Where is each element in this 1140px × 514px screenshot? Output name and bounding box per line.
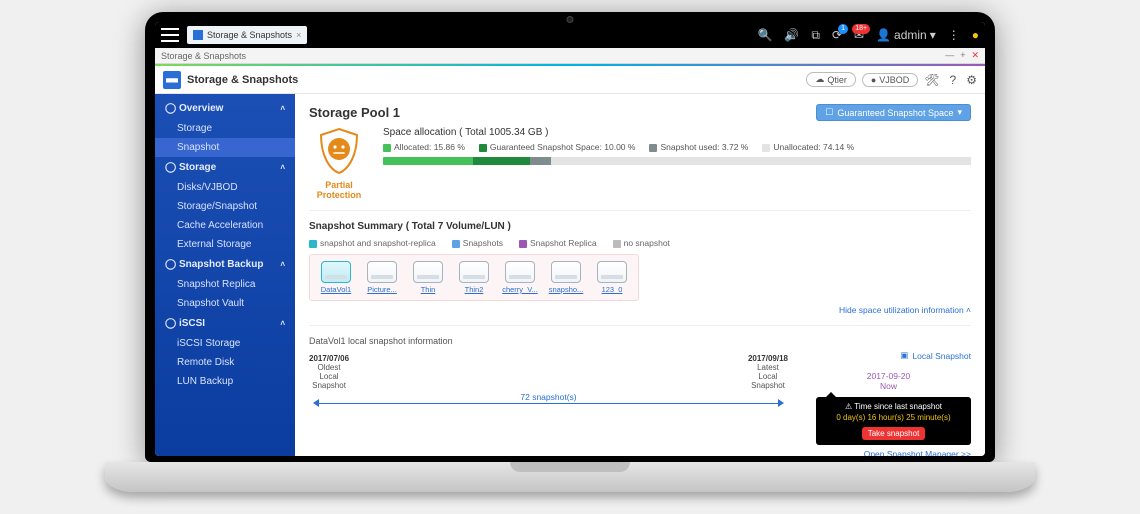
tools-icon[interactable]: 🛠 <box>924 73 939 87</box>
sidebar-item[interactable]: Storage <box>155 119 295 138</box>
sidebar-item[interactable]: Storage/Snapshot <box>155 197 295 216</box>
gear-icon[interactable]: ⚙ <box>966 73 977 87</box>
hide-info-link[interactable]: Hide space utilization information ˄ <box>309 305 971 315</box>
breadcrumb: Storage & Snapshots <box>161 51 246 61</box>
disk-icon <box>551 261 581 283</box>
legend-item: Guaranteed Snapshot Space: 10.00 % <box>479 142 636 152</box>
legend-item: Allocated: 15.86 % <box>383 142 465 152</box>
now-date: 2017-09-20 <box>806 371 971 381</box>
disk-icon <box>459 261 489 283</box>
volume-item[interactable]: DataVol1 <box>316 261 356 294</box>
app-logo-icon <box>163 71 181 89</box>
sidebar: ◯ Overview˄StorageSnapshot◯ Storage˄Disk… <box>155 94 295 456</box>
sidebar-group[interactable]: ◯ Overview˄ <box>155 98 295 119</box>
timeline-right: ▣ Local Snapshot 2017-09-20 Now ⚠ Time s… <box>806 350 971 456</box>
sidebar-item[interactable]: Cache Acceleration <box>155 216 295 235</box>
app-body: ◯ Overview˄StorageSnapshot◯ Storage˄Disk… <box>155 94 985 456</box>
type-legend-item: snapshot and snapshot-replica <box>309 238 436 248</box>
protection-label: Partial Protection <box>309 180 369 200</box>
laptop-frame: Storage & Snapshots × 🔍 🔊 ⧉ ⟳1 ✉18+ 👤 ad… <box>105 12 1035 502</box>
sidebar-item[interactable]: Snapshot Vault <box>155 294 295 313</box>
disk-icon <box>597 261 627 283</box>
volume-row: DataVol1Picture...ThinThin2cherry_V...sn… <box>309 254 639 301</box>
volume-item[interactable]: snapsho... <box>546 261 586 294</box>
disk-icon <box>321 261 351 283</box>
timeline-vol-label: DataVol1 local snapshot information <box>309 336 971 346</box>
topbar-icons: 🔍 🔊 ⧉ ⟳1 ✉18+ 👤 admin ▾ ⋮ ● <box>757 28 979 43</box>
sidebar-item[interactable]: iSCSI Storage <box>155 334 295 353</box>
menu-icon[interactable] <box>161 28 179 42</box>
sidebar-item[interactable]: Snapshot Replica <box>155 275 295 294</box>
volume-item[interactable]: Picture... <box>362 261 402 294</box>
sidebar-item[interactable]: LUN Backup <box>155 372 295 391</box>
notification-icon[interactable]: ✉18+ <box>854 28 864 42</box>
snapshot-timeline: 2017/07/06 Oldest Local Snapshot 2017/09… <box>309 350 788 456</box>
maximize-icon[interactable]: + <box>960 50 965 61</box>
now-label: Now <box>806 381 971 391</box>
minimize-icon[interactable]: — <box>945 50 954 61</box>
snapshot-count: 72 snapshot(s) <box>309 392 788 402</box>
main-panel: Storage Pool 1 ☐ Guaranteed Snapshot Spa… <box>295 94 985 456</box>
help-icon[interactable]: ? <box>950 73 957 87</box>
app-title: Storage & Snapshots <box>187 74 298 86</box>
snapshot-tooltip: ⚠ Time since last snapshot 0 day(s) 16 h… <box>816 397 971 445</box>
page-title: Storage Pool 1 <box>309 105 400 120</box>
sidebar-group[interactable]: ◯ Storage˄ <box>155 157 295 178</box>
more-icon[interactable]: ⋮ <box>948 28 960 42</box>
allocation-title: Space allocation ( Total 1005.34 GB ) <box>383 127 971 138</box>
window-tab[interactable]: Storage & Snapshots × <box>187 26 307 44</box>
refresh-icon[interactable]: ⟳1 <box>832 28 842 42</box>
type-legend: snapshot and snapshot-replica Snapshots Sn… <box>309 238 971 248</box>
volume-item[interactable]: Thin <box>408 261 448 294</box>
qtier-button[interactable]: ☁ Qtier <box>806 72 856 87</box>
vjbod-button[interactable]: ● VJBOD <box>862 73 918 87</box>
volume-item[interactable]: 123_0 <box>592 261 632 294</box>
tab-label: Storage & Snapshots <box>207 30 292 40</box>
allocation-legend: Allocated: 15.86 % Guaranteed Snapshot Sp… <box>383 142 971 152</box>
oldest-snapshot: 2017/07/06 Oldest Local Snapshot <box>309 354 349 390</box>
breadcrumb-bar: Storage & Snapshots — + ✕ <box>155 48 985 64</box>
disk-icon <box>505 261 535 283</box>
type-legend-item: Snapshot Replica <box>519 238 597 248</box>
legend-item: Unallocated: 74.14 % <box>762 142 854 152</box>
user-menu[interactable]: 👤 admin ▾ <box>876 28 936 42</box>
guaranteed-space-button[interactable]: ☐ Guaranteed Snapshot Space ▾ <box>816 104 971 121</box>
take-snapshot-button[interactable]: Take snapshot <box>862 427 926 440</box>
screen-bezel: Storage & Snapshots × 🔍 🔊 ⧉ ⟳1 ✉18+ 👤 ad… <box>145 12 995 462</box>
volume-item[interactable]: Thin2 <box>454 261 494 294</box>
window-controls: — + ✕ <box>945 50 979 61</box>
help-icon[interactable]: ● <box>972 28 979 42</box>
disk-icon <box>367 261 397 283</box>
search-icon[interactable]: 🔍 <box>757 28 772 42</box>
camera-dot <box>567 16 574 23</box>
shield-icon <box>317 127 361 175</box>
type-legend-item: Snapshots <box>452 238 503 248</box>
legend-item: Snapshot used: 3.72 % <box>649 142 748 152</box>
type-legend-item: no snapshot <box>613 238 670 248</box>
protection-badge: Partial Protection <box>309 127 369 200</box>
sidebar-group[interactable]: ◯ iSCSI˄ <box>155 313 295 334</box>
close-icon[interactable]: × <box>296 30 301 40</box>
os-topbar: Storage & Snapshots × 🔍 🔊 ⧉ ⟳1 ✉18+ 👤 ad… <box>155 22 985 48</box>
sidebar-item[interactable]: Remote Disk <box>155 353 295 372</box>
summary-title: Snapshot Summary ( Total 7 Volume/LUN ) <box>309 221 971 232</box>
app-header: Storage & Snapshots ☁ Qtier ● VJBOD 🛠 ? … <box>155 66 985 94</box>
screen: Storage & Snapshots × 🔍 🔊 ⧉ ⟳1 ✉18+ 👤 ad… <box>155 22 985 456</box>
local-snapshot-tag: ▣ Local Snapshot <box>806 350 971 361</box>
volume-item[interactable]: cherry_V... <box>500 261 540 294</box>
laptop-base <box>105 462 1035 492</box>
sidebar-group[interactable]: ◯ Snapshot Backup˄ <box>155 254 295 275</box>
sidebar-item[interactable]: Disks/VJBOD <box>155 178 295 197</box>
sidebar-item[interactable]: External Storage <box>155 235 295 254</box>
latest-snapshot: 2017/09/18 Latest Local Snapshot <box>748 354 788 390</box>
allocation-bar <box>383 157 971 165</box>
open-snapshot-manager-link[interactable]: Open Snapshot Manager >> <box>806 449 971 456</box>
sidebar-item[interactable]: Snapshot <box>155 138 295 157</box>
tab-icon <box>193 30 203 40</box>
close-window-icon[interactable]: ✕ <box>971 50 979 61</box>
volume-icon[interactable]: 🔊 <box>784 28 799 42</box>
dashboard-icon[interactable]: ⧉ <box>811 28 820 43</box>
disk-icon <box>413 261 443 283</box>
